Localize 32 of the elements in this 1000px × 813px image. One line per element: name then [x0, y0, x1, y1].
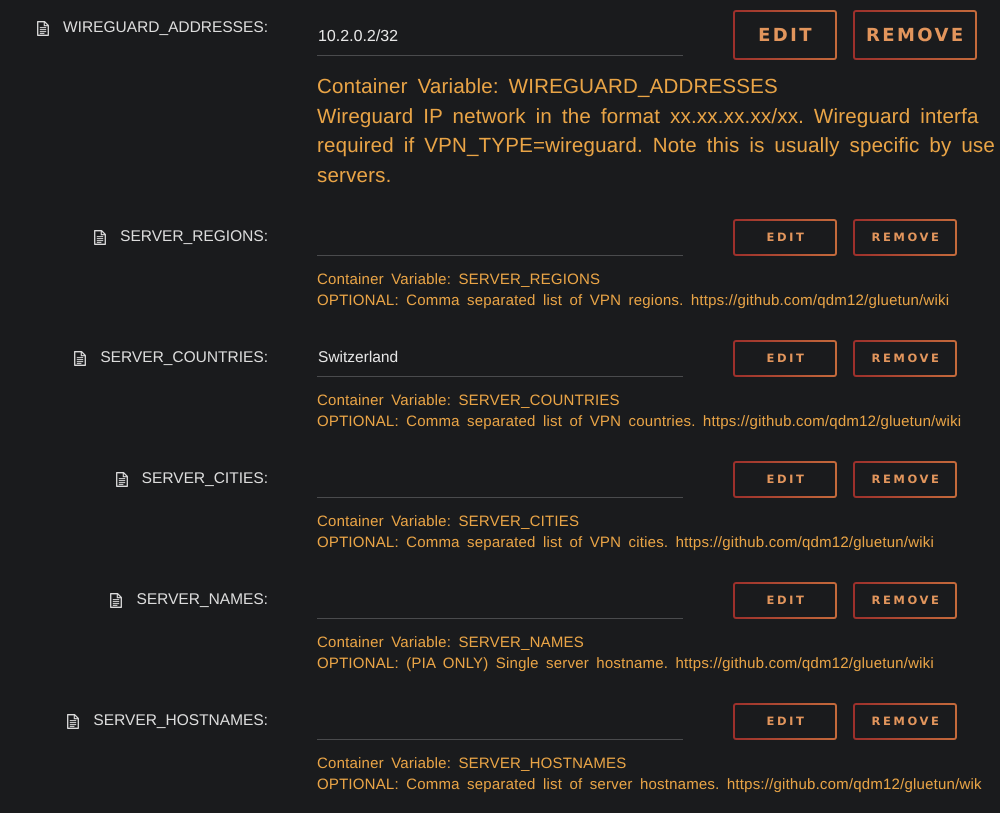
- variable-description: Container Variable: SERVER_NAMES OPTIONAL: (PIA ONLY) Single server hostname. https://github.com/qdm12/gluetun/wiki: [317, 633, 935, 674]
- document-icon: [67, 714, 80, 729]
- remove-button[interactable]: REMOVE: [853, 702, 957, 740]
- remove-button[interactable]: REMOVE: [853, 582, 957, 619]
- variable-label: SERVER_HOSTNAMES:: [93, 711, 268, 732]
- variable-label: SERVER_NAMES:: [136, 590, 268, 610]
- variable-label: SERVER_CITIES:: [142, 469, 268, 490]
- document-icon: [94, 230, 106, 245]
- document-icon: [37, 20, 50, 36]
- variable-description: Container Variable: WIREGUARD_ADDRESSES Wireguard IP network in the format xx.xx.xx.xx/xx. Wireguard interfa required if VPN_TYPE=wireguard. Note this is usually specific by use servers.: [317, 74, 996, 189]
- variable-description: Container Variable: SERVER_REGIONS OPTIONAL: Comma separated list of VPN regions. https://github.com/qdm12/gluetun/wiki: [317, 270, 950, 312]
- edit-button[interactable]: EDIT: [733, 340, 837, 377]
- edit-button[interactable]: EDIT: [733, 702, 837, 740]
- value-field[interactable]: Switzerland: [317, 340, 683, 377]
- edit-button[interactable]: EDIT: [733, 218, 837, 256]
- variable-description: Container Variable: SERVER_CITIES OPTIONAL: Comma separated list of VPN cities. https://github.com/qdm12/gluetun/wiki: [317, 512, 936, 554]
- remove-button[interactable]: REMOVE: [853, 340, 957, 377]
- edit-button[interactable]: EDIT: [733, 460, 837, 498]
- document-icon: [110, 592, 122, 608]
- variable-label: SERVER_REGIONS:: [120, 227, 268, 248]
- variable-label: SERVER_COUNTRIES:: [100, 348, 268, 368]
- value-field[interactable]: 10.2.0.2/32: [317, 10, 683, 56]
- edit-button[interactable]: EDIT: [733, 10, 837, 60]
- variable-description: Container Variable: SERVER_HOSTNAMES OPTIONAL: Comma separated list of server hostnames. https://github.com/qdm12/gluetun/wik: [317, 754, 983, 796]
- variable-label: WIREGUARD_ADDRESSES:: [63, 18, 268, 38]
- remove-button[interactable]: REMOVE: [853, 460, 957, 498]
- document-icon: [74, 350, 86, 366]
- remove-button[interactable]: REMOVE: [853, 218, 957, 256]
- remove-button[interactable]: REMOVE: [853, 10, 977, 60]
- edit-button[interactable]: EDIT: [733, 582, 837, 619]
- document-icon: [116, 472, 128, 487]
- variable-description: Container Variable: SERVER_COUNTRIES OPTIONAL: Comma separated list of VPN countries. https://github.com/qdm12/gluetun/wiki: [317, 391, 962, 432]
